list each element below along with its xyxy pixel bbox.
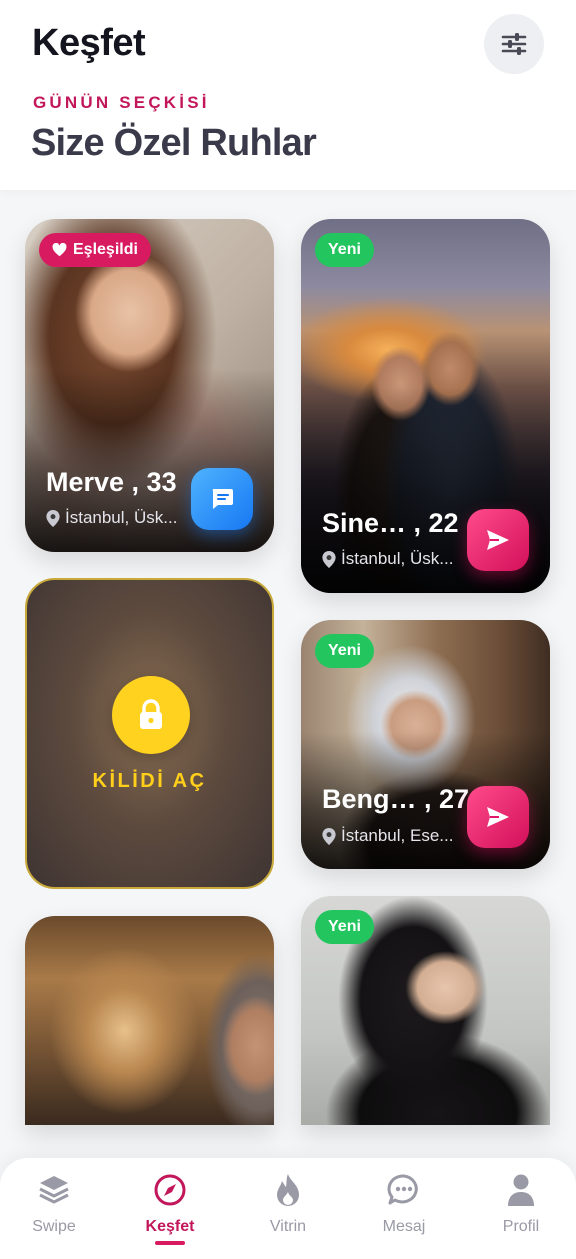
profile-card[interactable]: Yeni Sine… , 22 İstanbul, Üsk... [301, 219, 550, 593]
nav-item-kesfet[interactable]: Keşfet [120, 1168, 220, 1248]
new-badge: Yeni [315, 634, 374, 668]
location-pin-icon [322, 827, 336, 845]
nav-item-mesaj[interactable]: Mesaj [354, 1168, 454, 1248]
badge-label: Yeni [328, 642, 361, 659]
location-text: İstanbul, Ese... [341, 826, 454, 845]
profile-card[interactable]: Eşleşildi Merve , 33 İstanbul, Üsk... [25, 219, 274, 552]
section-eyebrow: GÜNÜN SEÇKİSİ [33, 93, 210, 112]
lock-icon [140, 699, 162, 729]
bottom-navigation: Swipe Keşfet Vitrin Mesaj Profil [0, 1158, 576, 1259]
layers-icon [39, 1176, 69, 1204]
profile-location: İstanbul, Üsk... [46, 508, 177, 528]
profile-location: İstanbul, Ese... [322, 826, 453, 846]
page-header: Keşfet GÜNÜN SEÇKİSİ Size Özel Ruhlar [0, 0, 576, 190]
user-icon [508, 1174, 534, 1206]
profile-name: Merve , 33 [46, 467, 177, 497]
sliders-icon [501, 33, 527, 55]
profile-name: Beng… , 27 [322, 784, 470, 814]
location-pin-icon [322, 550, 336, 568]
chat-bubble-icon [387, 1174, 418, 1205]
profile-name: Sine… , 22 [322, 508, 459, 538]
profile-card[interactable] [25, 916, 274, 1125]
profile-card[interactable]: Yeni [301, 896, 550, 1125]
unlock-label: KİLİDİ AÇ [92, 770, 207, 792]
nav-label: Vitrin [269, 1218, 307, 1235]
locked-card[interactable]: KİLİDİ AÇ [25, 578, 274, 889]
page-title: Keşfet [32, 22, 146, 64]
new-badge: Yeni [315, 233, 374, 267]
nav-label: Keşfet [145, 1218, 195, 1235]
section-subtitle: Size Özel Ruhlar [31, 122, 317, 164]
send-icon [487, 530, 509, 550]
chat-button[interactable] [191, 468, 253, 530]
matched-badge: Eşleşildi [39, 233, 151, 267]
nav-label: Mesaj [382, 1218, 426, 1235]
nav-label: Profil [502, 1218, 540, 1235]
chat-icon [212, 489, 233, 509]
unlock-button[interactable] [112, 676, 190, 754]
nav-item-swipe[interactable]: Swipe [4, 1168, 104, 1248]
nav-label: Swipe [32, 1218, 76, 1235]
send-button[interactable] [467, 509, 529, 571]
location-text: İstanbul, Üsk... [65, 508, 178, 527]
nav-item-profil[interactable]: Profil [471, 1168, 571, 1248]
badge-label: Yeni [328, 241, 361, 258]
send-button[interactable] [467, 786, 529, 848]
profile-photo [25, 916, 274, 1125]
filter-button[interactable] [484, 14, 544, 74]
new-badge: Yeni [315, 910, 374, 944]
heart-icon [52, 243, 67, 257]
location-pin-icon [46, 509, 60, 527]
location-text: İstanbul, Üsk... [341, 549, 454, 568]
nav-item-vitrin[interactable]: Vitrin [238, 1168, 338, 1248]
profile-card[interactable]: Yeni Beng… , 27 İstanbul, Ese... [301, 620, 550, 869]
active-indicator [155, 1241, 185, 1245]
badge-label: Eşleşildi [73, 241, 138, 258]
send-icon [487, 807, 509, 827]
flame-icon [277, 1174, 299, 1206]
compass-icon [154, 1174, 186, 1206]
badge-label: Yeni [328, 918, 361, 935]
profile-location: İstanbul, Üsk... [322, 549, 453, 569]
